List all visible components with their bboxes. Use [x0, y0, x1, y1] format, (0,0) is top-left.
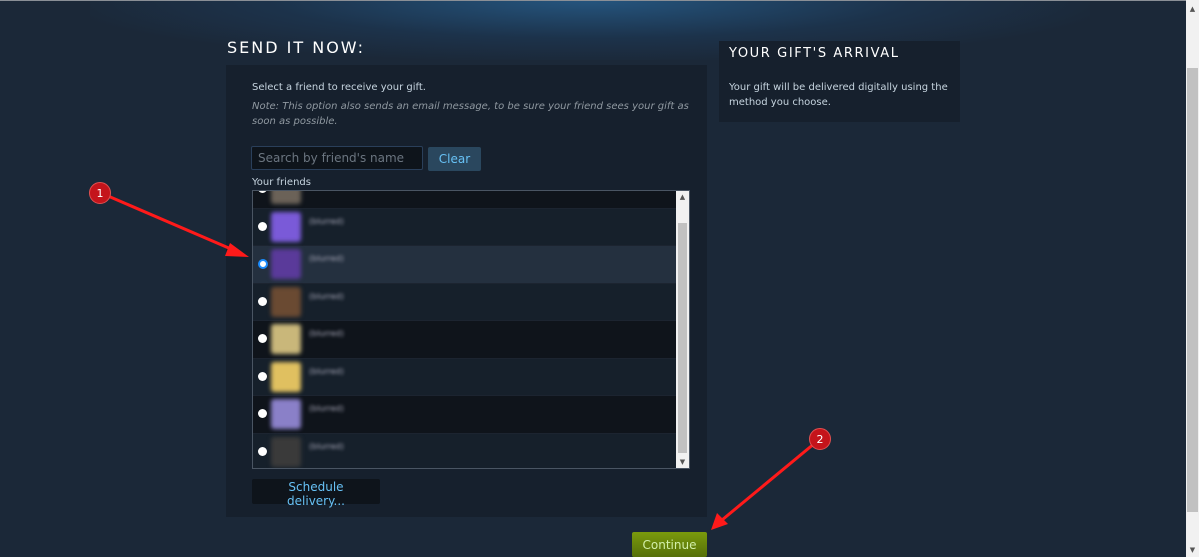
page-scroll-down-icon[interactable]: ▼	[1186, 543, 1199, 557]
email-note: Note: This option also sends an email me…	[252, 101, 689, 127]
friend-row[interactable]: (blurred)	[253, 358, 677, 396]
page-scroll-up-icon[interactable]: ▲	[1186, 2, 1199, 16]
scroll-down-icon[interactable]: ▼	[676, 456, 689, 468]
clear-button[interactable]: Clear	[428, 147, 481, 171]
friend-radio[interactable]	[258, 191, 267, 193]
friend-row[interactable]: (blurred)	[253, 246, 677, 284]
your-friends-label: Your friends	[252, 177, 311, 188]
friend-radio[interactable]	[258, 409, 267, 418]
schedule-delivery-button[interactable]: Schedule delivery...	[252, 479, 380, 508]
friend-avatar	[271, 361, 301, 392]
friend-row[interactable]: (blurred)	[253, 283, 677, 321]
friend-radio[interactable]	[258, 371, 267, 381]
scrollbar-thumb[interactable]	[678, 223, 687, 453]
friend-radio[interactable]	[258, 296, 267, 306]
friend-avatar	[271, 436, 301, 467]
friends-list-scrollbar[interactable]: ▲ ▼	[676, 191, 689, 468]
annotation-badge-1: 1	[89, 182, 111, 204]
friend-avatar	[271, 191, 301, 204]
friends-list: (blurred) (blurred) (blurred) (blurred) (blu…	[252, 190, 690, 469]
friend-radio[interactable]	[258, 446, 267, 456]
friend-avatar	[271, 211, 301, 242]
friend-row[interactable]: (blurred)	[253, 191, 677, 209]
send-it-now-title: SEND IT NOW:	[227, 38, 366, 57]
friend-search-input[interactable]	[251, 146, 423, 170]
friend-radio[interactable]	[258, 334, 267, 343]
friend-avatar	[271, 249, 301, 279]
gift-arrival-title: YOUR GIFT'S ARRIVAL	[729, 46, 900, 61]
friend-row[interactable]: (blurred)	[253, 208, 677, 246]
friend-avatar	[271, 399, 301, 429]
page-scrollbar-thumb[interactable]	[1187, 68, 1198, 512]
friend-name: (blurred)	[309, 329, 344, 338]
friend-row[interactable]: (blurred)	[253, 433, 677, 468]
friend-radio[interactable]	[258, 221, 267, 231]
friend-name: (blurred)	[309, 404, 344, 413]
friend-name: (blurred)	[309, 366, 344, 376]
friend-radio[interactable]	[258, 259, 268, 269]
friend-row[interactable]: (blurred)	[253, 321, 677, 359]
select-friend-text: Select a friend to receive your gift.	[252, 82, 426, 93]
gift-arrival-text: Your gift will be delivered digitally us…	[729, 82, 948, 108]
annotation-badge-2: 2	[809, 428, 831, 450]
scroll-up-icon[interactable]: ▲	[676, 191, 689, 203]
friend-avatar	[271, 324, 301, 354]
friend-name: (blurred)	[309, 216, 344, 226]
continue-button[interactable]: Continue	[632, 532, 707, 557]
friend-name: (blurred)	[309, 254, 344, 263]
friend-name: (blurred)	[309, 291, 344, 301]
top-divider	[0, 0, 1186, 1]
friend-row[interactable]: (blurred)	[253, 396, 677, 434]
friend-avatar	[271, 286, 301, 317]
page-scrollbar[interactable]: ▲ ▼	[1186, 0, 1199, 557]
friend-name: (blurred)	[309, 441, 344, 451]
